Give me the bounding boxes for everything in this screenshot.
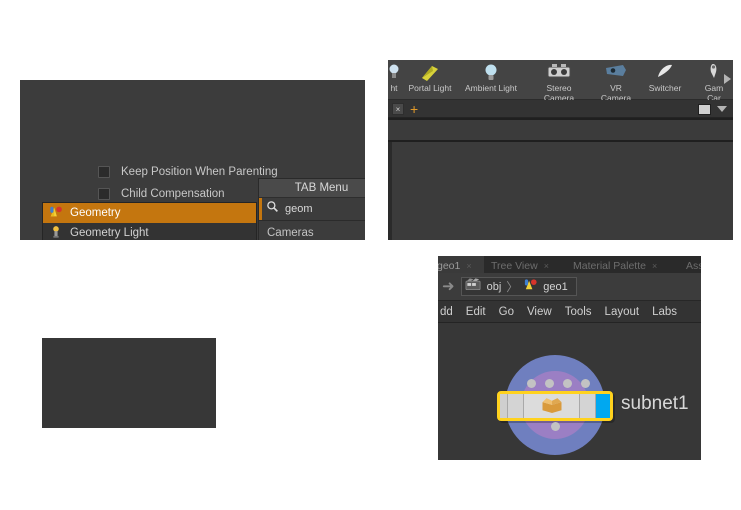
color-swatch[interactable] xyxy=(698,104,711,115)
ambient-light-icon xyxy=(463,62,519,84)
menu-item-edit[interactable]: Edit xyxy=(466,306,486,318)
geometry-node-icon xyxy=(49,205,63,222)
breadcrumb-separator: 〉 xyxy=(506,280,519,294)
breadcrumb-crumb-obj[interactable]: obj xyxy=(487,281,502,293)
search-input[interactable]: geom xyxy=(285,203,313,215)
input-connector[interactable] xyxy=(563,379,572,388)
search-icon xyxy=(266,200,279,218)
pane-tab-asset[interactable]: Asset xyxy=(681,256,701,273)
divider xyxy=(388,140,733,142)
shelf-tool-vr-camera[interactable]: VR Camera xyxy=(588,62,644,103)
list-item-label: Geometry Light xyxy=(70,227,149,239)
pane-tab-geo1[interactable]: geo1 × xyxy=(438,256,484,273)
shelf-tool-label: Ambient Light xyxy=(465,83,517,93)
network-canvas-geo[interactable]: geo1 xyxy=(42,338,216,428)
close-icon[interactable]: × xyxy=(392,103,404,115)
switcher-icon xyxy=(637,62,693,84)
pane-tab-tree-view[interactable]: Tree View × xyxy=(486,256,568,273)
node-flag-strip[interactable] xyxy=(580,394,596,418)
shelf-tool-switcher[interactable]: Switcher xyxy=(637,62,693,94)
pane-tab-label: geo1 xyxy=(438,260,461,272)
menu-item-layout[interactable]: Layout xyxy=(605,306,640,318)
subnet-box-icon xyxy=(541,394,563,418)
node-label: subnet1 xyxy=(621,393,689,414)
breadcrumb-path[interactable]: obj 〉 geo1 xyxy=(460,277,577,297)
accent-edge xyxy=(259,198,262,220)
network-toolbar: × + xyxy=(388,100,733,118)
geometry-node-icon xyxy=(523,277,538,297)
input-connector[interactable] xyxy=(545,379,554,388)
chevron-down-icon[interactable] xyxy=(717,106,727,112)
stereo-camera-icon xyxy=(531,62,587,84)
input-connector[interactable] xyxy=(527,379,536,388)
breadcrumb: ➜ obj 〉 geo1 xyxy=(438,273,701,301)
go-arrow-icon[interactable]: ➜ xyxy=(442,279,455,294)
parameters-panel: Keep Position When Parenting Child Compe… xyxy=(20,80,365,240)
obj-context-icon xyxy=(465,277,482,296)
menu-item-add[interactable]: dd xyxy=(440,306,453,318)
checkbox-icon[interactable] xyxy=(98,166,110,178)
network-editor-body xyxy=(392,120,733,240)
shelf-tool-label: Switcher xyxy=(648,83,682,93)
list-item[interactable]: Geometry Light xyxy=(43,223,256,240)
node-tile[interactable] xyxy=(497,391,613,421)
close-icon[interactable]: × xyxy=(466,261,471,271)
shelf-and-network-panel: ht Portal Light Ambient Light Stereo Cam… xyxy=(388,60,733,240)
shelf-tool-label: Portal Light xyxy=(408,83,452,93)
tabmenu-title: TAB Menu xyxy=(259,179,365,198)
parameter-row-keep-position[interactable]: Keep Position When Parenting xyxy=(98,166,278,178)
chevron-right-icon[interactable] xyxy=(724,74,731,84)
shelf-tool-stereo-camera[interactable]: Stereo Camera xyxy=(531,62,587,103)
tabmenu-category-cameras[interactable]: Cameras xyxy=(259,223,365,240)
shelf-toolbar: ht Portal Light Ambient Light Stereo Cam… xyxy=(388,60,733,103)
pane-tab-label: Asset xyxy=(686,260,701,272)
tabmenu-results-geometry: Geometry Geometry Light xyxy=(42,202,257,240)
pane-tab-label: Material Palette xyxy=(573,260,646,272)
screenshot-canvas: Keep Position When Parenting Child Compe… xyxy=(0,0,741,510)
menu-item-labs[interactable]: Labs xyxy=(652,306,677,318)
tabmenu-search-row[interactable]: geom xyxy=(259,198,365,221)
shelf-tool-portal-light[interactable]: Portal Light xyxy=(402,62,458,94)
add-icon[interactable]: + xyxy=(410,102,418,116)
vr-camera-icon xyxy=(588,62,644,84)
list-item[interactable]: Geometry xyxy=(43,203,256,223)
panel-left-gutter xyxy=(388,142,392,240)
parameter-label: Keep Position When Parenting xyxy=(121,166,278,178)
input-connector[interactable] xyxy=(581,379,590,388)
tabmenu-category-label: Cameras xyxy=(267,227,314,239)
breadcrumb-crumb-geo1[interactable]: geo1 xyxy=(543,281,567,293)
pane-tab-material-palette[interactable]: Material Palette × xyxy=(568,256,681,273)
menu-item-go[interactable]: Go xyxy=(499,306,514,318)
tabmenu-category-list: Cameras Characters Constraints Create Cr… xyxy=(259,221,365,240)
pane-tab-label: Tree View xyxy=(491,260,538,272)
list-item-label: Geometry xyxy=(70,207,121,219)
close-icon[interactable]: × xyxy=(544,261,549,271)
geometry-light-icon xyxy=(49,225,63,241)
node-flag-strip[interactable] xyxy=(500,394,508,418)
node-icon-area xyxy=(524,394,580,418)
shelf-tool-ambient-light[interactable]: Ambient Light xyxy=(463,62,519,94)
network-menu-bar: dd Edit Go View Tools Layout Labs xyxy=(438,301,701,323)
checkbox-icon[interactable] xyxy=(98,188,110,200)
close-icon[interactable]: × xyxy=(652,261,657,271)
output-connector[interactable] xyxy=(551,422,560,431)
menu-item-tools[interactable]: Tools xyxy=(565,306,592,318)
portal-light-icon xyxy=(402,62,458,84)
parameter-row-child-compensation[interactable]: Child Compensation xyxy=(98,188,225,200)
node-render-flag[interactable] xyxy=(596,394,610,418)
divider xyxy=(388,118,733,120)
node-flag-strip[interactable] xyxy=(508,394,524,418)
pane-tab-bar: geo1 × Tree View × Material Palette × Asset xyxy=(438,256,701,273)
input-connectors[interactable] xyxy=(527,379,590,388)
parameter-label: Child Compensation xyxy=(121,188,225,200)
menu-item-view[interactable]: View xyxy=(527,306,552,318)
tabmenu-popup-left: TAB Menu geom Cameras Characters xyxy=(258,178,365,240)
